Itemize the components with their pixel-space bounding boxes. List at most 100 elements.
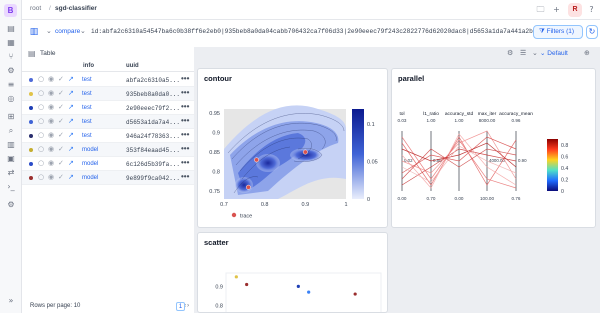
rows-per-page-select[interactable]: Rows per page: 10 (30, 303, 80, 309)
add-icon[interactable]: + (550, 3, 563, 16)
run-name[interactable]: test (82, 133, 92, 139)
visibility-eye-icon[interactable]: ◉ (48, 173, 54, 181)
model-icon[interactable]: ▣ (6, 154, 16, 164)
plot-settings-icon[interactable]: ⚙ (507, 49, 513, 59)
chevron-down-icon[interactable]: ⌄ (532, 49, 538, 59)
search-icon[interactable]: ⌕ (6, 126, 16, 136)
target-icon[interactable]: ◎ (6, 94, 16, 104)
breadcrumb-root[interactable]: root (30, 5, 41, 12)
more-actions-icon[interactable]: ••• (181, 102, 189, 111)
query-input[interactable]: id:abfa2c6310a54547ba6c0b38ff6e2eb0|935b… (88, 25, 554, 39)
row-checkbox[interactable]: ○ (38, 145, 44, 153)
grid-icon[interactable]: ⊞ (6, 112, 16, 122)
scatter-data-point[interactable] (234, 275, 238, 279)
chart-icon[interactable]: ▥ (6, 140, 16, 150)
more-actions-icon[interactable]: ••• (181, 130, 189, 139)
flow-icon[interactable]: ⇄ (6, 168, 16, 178)
table-row[interactable]: ○ ◉ ✓ ↗ test d5653a1da7a4... ••• (22, 115, 194, 129)
run-name[interactable]: test (82, 119, 92, 125)
next-page-icon[interactable]: › (187, 302, 189, 309)
user-avatar[interactable]: R (568, 3, 582, 17)
chevron-down-icon[interactable]: ⌄ (46, 27, 52, 35)
run-color-dot[interactable] (29, 148, 33, 152)
table-label[interactable]: Table (40, 50, 56, 57)
table-row[interactable]: ○ ◉ ✓ ↗ model 6c126d5b39fa... ••• (22, 157, 194, 171)
run-name[interactable]: test (82, 91, 92, 97)
run-color-dot[interactable] (29, 78, 33, 82)
run-name[interactable]: model (82, 147, 98, 153)
folder-icon[interactable]: 🗀 (534, 3, 547, 16)
run-color-dot[interactable] (29, 120, 33, 124)
check-icon[interactable]: ✓ (58, 117, 64, 125)
visibility-eye-icon[interactable]: ◉ (48, 75, 54, 83)
filters-button[interactable]: ⧩ Filters (1) (533, 25, 583, 39)
column-header-info[interactable]: info (83, 63, 94, 69)
refresh-icon[interactable]: ↻ (586, 25, 598, 39)
table-row[interactable]: ○ ◉ ✓ ↗ model 353f84eaad45... ••• (22, 143, 194, 157)
run-color-dot[interactable] (29, 134, 33, 138)
open-external-icon[interactable]: ↗ (68, 103, 74, 111)
layout-icon[interactable]: ☰ (520, 49, 526, 59)
row-checkbox[interactable]: ○ (38, 75, 44, 83)
scatter-data-point[interactable] (307, 290, 311, 294)
contour-plot[interactable]: 0.7 0.8 0.9 1 0.95 0.9 0.85 0.8 0.75 0.1 0.05 0 t… (198, 69, 388, 228)
visibility-eye-icon[interactable]: ◉ (48, 89, 54, 97)
row-checkbox[interactable]: ○ (38, 131, 44, 139)
chevron-down-icon[interactable]: ⌄ (80, 27, 86, 35)
table-row[interactable]: ○ ◉ ✓ ↗ test 2e90eeec79f2... ••• (22, 101, 194, 115)
runs-icon[interactable]: ▦ (6, 38, 16, 48)
open-external-icon[interactable]: ↗ (68, 145, 74, 153)
more-actions-icon[interactable]: ••• (181, 88, 189, 97)
add-plot-icon[interactable]: ⊕ (584, 49, 590, 59)
contour-data-point[interactable] (254, 157, 259, 163)
scatter-plot[interactable]: 0.9 0.8 (198, 233, 388, 313)
compare-button[interactable]: compare (55, 25, 80, 39)
column-header-uuid[interactable]: uuid (126, 63, 139, 69)
open-external-icon[interactable]: ↗ (68, 89, 74, 97)
scatter-data-point[interactable] (245, 282, 249, 287)
contour-data-point[interactable] (245, 184, 251, 190)
visibility-eye-icon[interactable]: ◉ (48, 103, 54, 111)
run-color-dot[interactable] (29, 106, 33, 110)
row-checkbox[interactable]: ○ (38, 103, 44, 111)
settings-icon[interactable]: ⚙ (6, 66, 16, 76)
check-icon[interactable]: ✓ (58, 145, 64, 153)
more-actions-icon[interactable]: ••• (181, 172, 189, 181)
table-row[interactable]: ○ ◉ ✓ ↗ test 946a24f78363... ••• (22, 129, 194, 143)
run-name[interactable]: model (82, 161, 98, 167)
check-icon[interactable]: ✓ (58, 75, 64, 83)
run-color-dot[interactable] (29, 92, 33, 96)
run-name[interactable]: test (82, 105, 92, 111)
experiments-icon[interactable]: ▤ (6, 24, 16, 34)
check-icon[interactable]: ✓ (58, 103, 64, 111)
check-icon[interactable]: ✓ (58, 159, 64, 167)
table-row[interactable]: ○ ◉ ✓ ↗ test 935beb8a0da0... ••• (22, 87, 194, 101)
table-view-icon[interactable]: ▥ (28, 26, 40, 38)
row-checkbox[interactable]: ○ (38, 159, 44, 167)
table-row[interactable]: ○ ◉ ✓ ↗ test abfa2c6310a5... ••• (22, 73, 194, 87)
contour-legend-label[interactable]: trace (240, 214, 252, 220)
check-icon[interactable]: ✓ (58, 89, 64, 97)
more-actions-icon[interactable]: ••• (181, 116, 189, 125)
scatter-data-point[interactable] (296, 284, 300, 288)
terminal-icon[interactable]: ›_ (6, 182, 16, 192)
parallel-plot[interactable]: tol0.030.00l1_ratio1.000.70accuracy_std1… (392, 69, 596, 228)
app-logo[interactable]: B (4, 4, 17, 17)
branch-icon[interactable]: ⑂ (6, 52, 16, 62)
visibility-eye-icon[interactable]: ◉ (48, 145, 54, 153)
more-actions-icon[interactable]: ••• (181, 144, 189, 153)
visibility-eye-icon[interactable]: ◉ (48, 159, 54, 167)
run-name[interactable]: model (82, 175, 98, 181)
check-icon[interactable]: ✓ (58, 173, 64, 181)
open-external-icon[interactable]: ↗ (68, 173, 74, 181)
more-actions-icon[interactable]: ••• (181, 158, 189, 167)
table-row[interactable]: ○ ◉ ✓ ↗ model 9e899f9ca042... ••• (22, 171, 194, 185)
help-icon[interactable]: ? (585, 3, 598, 16)
row-checkbox[interactable]: ○ (38, 173, 44, 181)
contour-data-point[interactable] (302, 149, 308, 155)
view-preset-default[interactable]: ⌄ Default (540, 49, 568, 59)
open-external-icon[interactable]: ↗ (68, 159, 74, 167)
visibility-eye-icon[interactable]: ◉ (48, 131, 54, 139)
run-color-dot[interactable] (29, 162, 33, 166)
run-color-dot[interactable] (29, 176, 33, 180)
